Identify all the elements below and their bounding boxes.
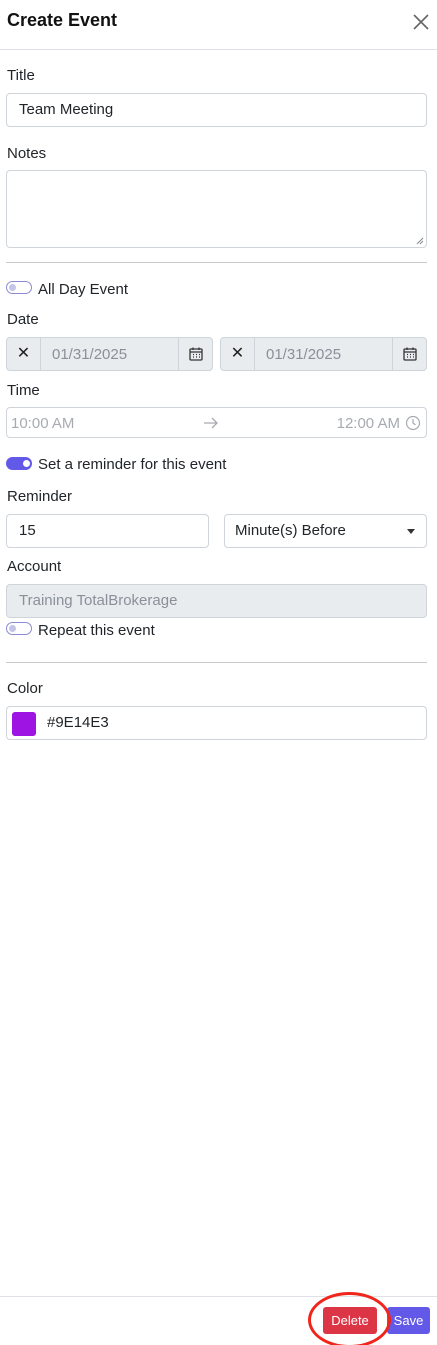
start-time-value[interactable]: 10:00 AM bbox=[11, 415, 74, 432]
repeat-toggle[interactable] bbox=[6, 622, 32, 635]
notes-textarea[interactable] bbox=[6, 170, 427, 248]
chevron-down-icon bbox=[407, 529, 415, 534]
clear-end-date-button[interactable]: ✕ bbox=[221, 338, 255, 370]
account-field: Training TotalBrokerage bbox=[6, 584, 427, 618]
modal-title: Create Event bbox=[7, 10, 118, 30]
repeat-label: Repeat this event bbox=[38, 622, 155, 639]
account-label: Account bbox=[7, 558, 62, 575]
all-day-toggle[interactable] bbox=[6, 281, 32, 294]
reminder-unit-value: Minute(s) Before bbox=[235, 522, 346, 539]
start-date-value: 01/31/2025 bbox=[52, 346, 128, 363]
reminder-toggle[interactable] bbox=[6, 457, 32, 470]
title-input-value: Team Meeting bbox=[19, 101, 114, 118]
end-date-field[interactable]: ✕ 01/31/2025 bbox=[220, 337, 427, 371]
title-label: Title bbox=[7, 67, 35, 84]
reminder-label: Reminder bbox=[7, 488, 73, 505]
reminder-toggle-label: Set a reminder for this event bbox=[38, 456, 227, 473]
clear-start-date-button[interactable]: ✕ bbox=[7, 338, 41, 370]
end-time-value[interactable]: 12:00 AM bbox=[337, 415, 400, 432]
reminder-amount-input[interactable]: 15 bbox=[6, 514, 209, 548]
calendar-icon[interactable] bbox=[178, 338, 212, 370]
reminder-unit-select[interactable]: Minute(s) Before bbox=[224, 514, 427, 548]
end-date-value: 01/31/2025 bbox=[266, 346, 342, 363]
time-range-picker[interactable]: 10:00 AM 12:00 AM bbox=[6, 407, 427, 438]
all-day-label: All Day Event bbox=[38, 281, 129, 298]
calendar-icon[interactable] bbox=[392, 338, 426, 370]
section-divider bbox=[6, 662, 427, 663]
reminder-amount-value: 15 bbox=[19, 522, 36, 539]
title-input[interactable]: Team Meeting bbox=[6, 93, 427, 127]
section-divider bbox=[6, 262, 427, 263]
color-picker-field[interactable]: #9E14E3 bbox=[6, 706, 427, 740]
color-swatch[interactable] bbox=[12, 712, 36, 736]
annotation-circle bbox=[308, 1292, 391, 1345]
resize-handle-icon[interactable] bbox=[416, 237, 424, 245]
arrow-right-icon bbox=[204, 417, 218, 429]
clock-icon bbox=[405, 415, 421, 431]
notes-label: Notes bbox=[7, 145, 47, 162]
date-label: Date bbox=[7, 311, 39, 328]
save-button[interactable]: Save bbox=[387, 1307, 430, 1334]
time-label: Time bbox=[7, 382, 40, 399]
account-value: Training TotalBrokerage bbox=[19, 592, 178, 609]
start-date-field[interactable]: ✕ 01/31/2025 bbox=[6, 337, 213, 371]
modal-header: Create Event bbox=[0, 0, 437, 50]
color-value: #9E14E3 bbox=[47, 714, 109, 731]
color-label: Color bbox=[7, 680, 43, 697]
close-icon[interactable] bbox=[410, 11, 432, 33]
